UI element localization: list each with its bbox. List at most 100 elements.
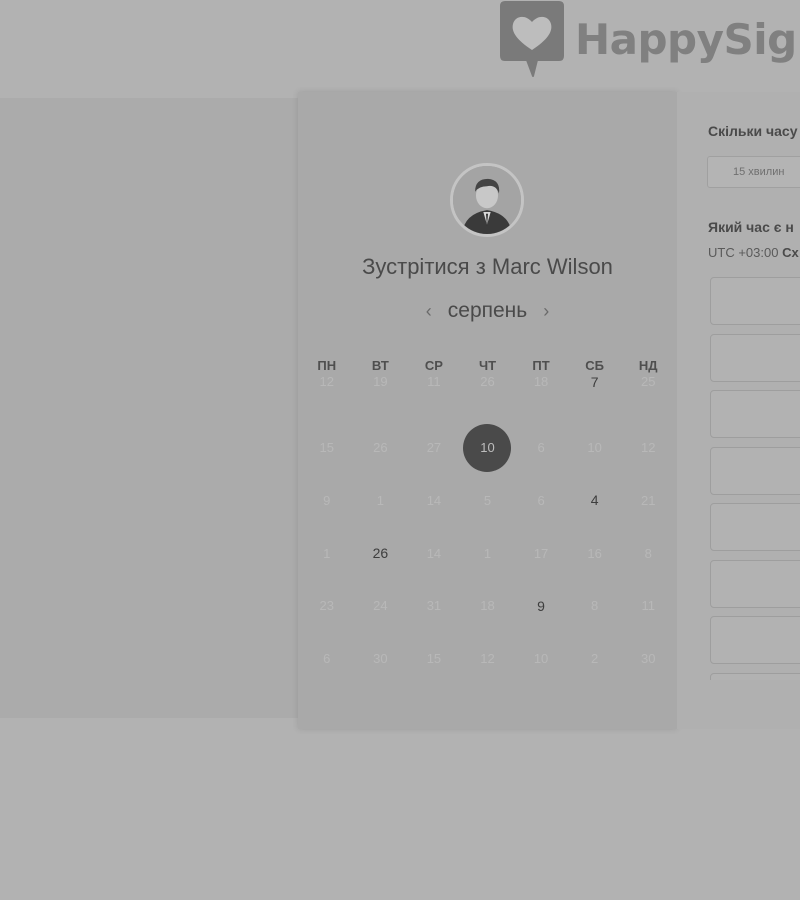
calendar-day-number: 11 (641, 598, 655, 614)
calendar-day-number: 26 (372, 545, 389, 562)
calendar-day-number: 26 (480, 374, 495, 389)
calendar-day: 14 (407, 527, 461, 580)
calendar-day-number: 10 (480, 440, 495, 456)
duration-question: Скільки часу (708, 123, 798, 139)
calendar-day-number: 17 (533, 545, 549, 561)
calendar-day: 26 (354, 422, 408, 475)
time-slot-button[interactable] (710, 333, 800, 382)
calendar-day: 12 (621, 422, 675, 475)
calendar-day-number: 30 (373, 650, 388, 666)
calendar-day-selected[interactable]: 10 (461, 422, 515, 475)
calendar-day: 8 (621, 527, 675, 580)
calendar-day-number: 19 (373, 374, 388, 389)
calendar-day-number: 21 (640, 492, 656, 508)
time-slot-button[interactable] (710, 559, 800, 608)
calendar-day: 30 (354, 632, 408, 685)
calendar-day-number: 9 (537, 597, 545, 614)
calendar-week-row: 15 26 27 10 6 10 12 (300, 422, 675, 475)
calendar-day: 16 (568, 527, 622, 580)
calendar-day: 27 (407, 422, 461, 475)
calendar-week-row: 12 19 11 26 18 7 25 (300, 369, 675, 422)
calendar-day: 26 (461, 369, 515, 422)
time-slot-button[interactable] (710, 446, 800, 495)
calendar-day-number: 8 (644, 545, 652, 561)
time-slot-button[interactable] (710, 616, 800, 664)
calendar-day: 8 (568, 579, 622, 632)
timezone-name: Сх (782, 245, 799, 260)
chevron-left-icon[interactable]: ‹ (424, 301, 434, 322)
calendar-day-number: 6 (537, 492, 545, 508)
calendar-day-number: 2 (591, 650, 599, 666)
calendar-day-number: 10 (587, 440, 602, 456)
calendar-day-available[interactable]: 4 (568, 474, 622, 527)
calendar-day: 6 (514, 474, 568, 527)
calendar-day: 19 (354, 369, 408, 422)
calendar-day-number: 6 (537, 440, 545, 456)
calendar-day-number: 30 (640, 650, 656, 666)
duration-option-button[interactable]: 15 хвилин (707, 156, 800, 188)
calendar-day-number: 12 (640, 440, 656, 456)
calendar-day: 14 (407, 474, 461, 527)
calendar-day-available[interactable]: 7 (568, 369, 622, 422)
calendar-day-number: 18 (480, 598, 495, 614)
calendar-day: 15 (300, 422, 354, 475)
calendar-day: 18 (514, 369, 568, 422)
calendar-day: 21 (621, 474, 675, 527)
heart-speech-bubble-icon (500, 1, 564, 77)
calendar-day: 15 (407, 632, 461, 685)
calendar-day: 5 (461, 474, 515, 527)
meeting-title: Зустрітися з Marc Wilson (362, 254, 613, 279)
calendar-day-number: 12 (480, 650, 495, 666)
calendar-day: 18 (461, 579, 515, 632)
time-slot-button[interactable] (710, 390, 800, 438)
calendar-day-number: 1 (483, 545, 492, 561)
calendar-day-number: 9 (323, 492, 331, 508)
calendar-day-available[interactable]: 26 (354, 527, 408, 580)
calendar-day-number: 27 (426, 440, 442, 456)
calendar-day-number: 8 (591, 598, 599, 614)
calendar-day-number: 7 (590, 374, 599, 390)
calendar-day-number: 16 (587, 545, 602, 561)
calendar-week-row: 6 30 15 12 10 2 30 (300, 632, 675, 685)
time-slot-button[interactable] (710, 277, 800, 325)
time-slot-button[interactable] (710, 672, 800, 680)
calendar-day-number: 1 (323, 545, 331, 561)
calendar-day: 10 (568, 422, 622, 475)
calendar-day: 6 (300, 632, 354, 685)
calendar-day-number: 6 (323, 650, 331, 666)
booking-panel: Скільки часу 15 хвилин Який час є н UTC … (677, 92, 800, 729)
calendar-day-number: 5 (483, 492, 492, 508)
calendar-day-available[interactable]: 9 (514, 579, 568, 632)
calendar-day: 1 (300, 527, 354, 580)
calendar-day: 12 (461, 632, 515, 685)
calendar-week-row: 23 24 31 18 9 8 11 (300, 579, 675, 632)
calendar-day: 1 (461, 527, 515, 580)
time-slot-button[interactable] (710, 503, 800, 551)
calendar-day-number: 18 (533, 374, 549, 389)
time-slot-list (710, 277, 800, 680)
time-question: Який час є н (708, 219, 794, 235)
calendar-day-number: 15 (319, 440, 335, 456)
calendar-day-number: 11 (427, 374, 441, 389)
timezone-label: UTC +03:00 Сх (708, 245, 799, 260)
calendar-day-number: 1 (376, 492, 384, 508)
calendar-panel: Зустрітися з Marc Wilson ‹ серпень › ПН … (298, 92, 677, 729)
calendar-day-number: 25 (640, 374, 656, 389)
calendar-day: 10 (514, 632, 568, 685)
calendar-day: 24 (354, 579, 408, 632)
chevron-right-icon[interactable]: › (541, 301, 551, 322)
month-label: серпень (447, 299, 528, 322)
timezone-offset: UTC +03:00 (708, 245, 779, 260)
calendar-day-number: 15 (426, 650, 442, 666)
calendar-day: 25 (621, 369, 675, 422)
calendar-day: 9 (300, 474, 354, 527)
calendar-week-row: 1 26 14 1 17 16 8 (300, 527, 675, 580)
calendar-day: 30 (621, 632, 675, 685)
calendar-day-number: 24 (373, 598, 388, 614)
calendar-day-number: 26 (373, 440, 388, 456)
calendar-day-number: 12 (319, 374, 335, 389)
calendar-day: 12 (300, 369, 354, 422)
month-navigation: ‹ серпень › (298, 299, 677, 323)
calendar-day: 6 (514, 422, 568, 475)
brand-logo[interactable]: HappySign (497, 0, 800, 78)
